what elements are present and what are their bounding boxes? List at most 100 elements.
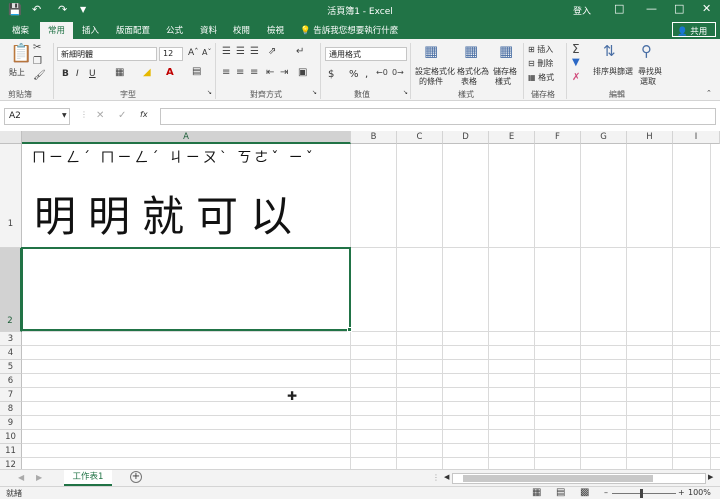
sort-filter-icon[interactable]: ⇅	[603, 42, 616, 60]
autosum-icon[interactable]: Σ	[572, 42, 580, 56]
paste-icon[interactable]: 📋	[10, 43, 32, 64]
worksheet-grid[interactable]: A B C D E F G H I 1 2 3 4 5 6 7 8 9 10 1…	[0, 131, 720, 469]
tab-review[interactable]: 校閱	[233, 24, 250, 36]
row-header[interactable]: 10	[0, 430, 22, 444]
find-select-label-2[interactable]: 選取	[640, 76, 656, 87]
align-left-icon[interactable]: ≡	[222, 67, 230, 78]
column-header[interactable]: E	[489, 131, 535, 144]
delete-cells-button[interactable]: ⊟ 刪除	[528, 58, 553, 69]
italic-button[interactable]: I	[76, 69, 79, 79]
merge-center-icon[interactable]: ▣	[298, 67, 307, 78]
cell-styles-icon[interactable]: ▦	[499, 42, 513, 60]
underline-button[interactable]: U	[89, 69, 96, 79]
horizontal-scroll-thumb[interactable]	[463, 475, 653, 482]
row-header[interactable]: 9	[0, 416, 22, 430]
clear-icon[interactable]: ✗	[572, 72, 580, 83]
ribbon-display-icon[interactable]: □	[614, 2, 624, 15]
format-as-table-icon[interactable]: ▦	[464, 42, 478, 60]
sheet-tab[interactable]: 工作表1	[64, 470, 112, 486]
row-header[interactable]: 1	[0, 144, 22, 248]
minimize-icon[interactable]: —	[646, 2, 657, 15]
zoom-slider[interactable]	[612, 493, 676, 494]
column-header[interactable]: I	[673, 131, 720, 144]
format-painter-icon[interactable]: 🖌	[33, 70, 46, 81]
select-all-corner[interactable]	[0, 131, 22, 144]
tab-home[interactable]: 常用	[40, 22, 74, 39]
number-format-select[interactable]: 通用格式	[325, 47, 407, 61]
row-header[interactable]: 4	[0, 346, 22, 360]
orientation-icon[interactable]: ⇗	[268, 46, 276, 57]
active-cell-a2[interactable]	[21, 247, 351, 331]
format-as-table-label-2[interactable]: 表格	[461, 76, 477, 87]
tab-insert[interactable]: 插入	[82, 24, 99, 36]
row-header[interactable]: 8	[0, 402, 22, 416]
column-header[interactable]: B	[351, 131, 397, 144]
paste-button[interactable]: 貼上	[9, 67, 25, 78]
font-size-select[interactable]: 12	[159, 47, 183, 61]
column-header[interactable]: D	[443, 131, 489, 144]
conditional-formatting-icon[interactable]: ▦	[424, 42, 438, 60]
zoom-out-button[interactable]: –	[604, 488, 608, 497]
row-header[interactable]: 6	[0, 374, 22, 388]
decrease-decimal-icon[interactable]: 0→	[392, 68, 404, 77]
maximize-icon[interactable]: □	[674, 2, 684, 15]
align-right-icon[interactable]: ≡	[250, 67, 258, 78]
row-header[interactable]: 12	[0, 458, 22, 469]
share-button[interactable]: 👤 共用	[672, 22, 716, 37]
bold-button[interactable]: B	[62, 69, 69, 79]
login-link[interactable]: 登入	[573, 4, 591, 17]
format-cells-button[interactable]: ▦ 格式	[528, 72, 554, 83]
increase-indent-icon[interactable]: ⇥	[280, 67, 288, 78]
name-box-dropdown-icon[interactable]: ▼	[62, 112, 67, 119]
sort-filter-label[interactable]: 排序與篩選	[593, 66, 633, 77]
zoom-in-button[interactable]: +	[678, 488, 685, 497]
insert-cells-button[interactable]: ⊞ 插入	[528, 44, 553, 55]
borders-icon[interactable]: ▦	[115, 67, 124, 78]
row-header[interactable]: 11	[0, 444, 22, 458]
cell-styles-label-2[interactable]: 樣式	[495, 76, 511, 87]
page-break-view-icon[interactable]: ▩	[580, 487, 589, 498]
cut-icon[interactable]: ✂	[33, 42, 41, 53]
comma-format-icon[interactable]: ,	[365, 69, 368, 80]
confirm-entry-icon[interactable]: ✓	[118, 110, 126, 121]
fill-icon[interactable]: ▼	[572, 57, 580, 68]
font-dialog-launcher-icon[interactable]: ↘	[207, 89, 212, 96]
align-top-icon[interactable]: ☰	[222, 46, 231, 57]
normal-view-icon[interactable]: ▦	[532, 487, 541, 498]
name-box[interactable]: A2	[4, 108, 70, 125]
horizontal-scrollbar[interactable]	[452, 473, 706, 484]
fill-color-icon[interactable]: ◢	[143, 67, 151, 78]
formula-input[interactable]	[160, 108, 716, 125]
tab-view[interactable]: 檢視	[267, 24, 284, 36]
column-header[interactable]: G	[581, 131, 627, 144]
phonetic-guide-icon[interactable]: ▤	[192, 66, 201, 77]
alignment-dialog-launcher-icon[interactable]: ↘	[312, 89, 317, 96]
conditional-formatting-label-2[interactable]: 的條件	[419, 76, 443, 87]
scroll-right-icon[interactable]: ▶	[708, 473, 713, 481]
tab-page-layout[interactable]: 版面配置	[116, 24, 150, 36]
font-color-icon[interactable]: A	[166, 67, 174, 78]
decrease-indent-icon[interactable]: ⇤	[266, 67, 274, 78]
close-icon[interactable]: ✕	[702, 2, 711, 15]
tab-file[interactable]: 檔案	[12, 24, 29, 36]
column-header[interactable]: C	[397, 131, 443, 144]
split-handle-icon[interactable]: ⋮	[432, 473, 440, 482]
scroll-sheets-right-icon[interactable]: ▶	[36, 473, 42, 482]
zoom-level[interactable]: 100%	[688, 488, 711, 497]
column-header[interactable]: A	[22, 131, 351, 144]
insert-function-button[interactable]: fx	[140, 110, 148, 119]
scroll-left-icon[interactable]: ◀	[444, 473, 449, 481]
align-center-icon[interactable]: ≡	[236, 67, 244, 78]
tell-me-box[interactable]: 💡 告訴我您想要執行什麼	[300, 24, 398, 36]
wrap-text-icon[interactable]: ↵	[296, 46, 304, 57]
row-header[interactable]: 3	[0, 332, 22, 346]
number-dialog-launcher-icon[interactable]: ↘	[403, 89, 408, 96]
find-select-icon[interactable]: ⚲	[641, 42, 652, 60]
increase-decimal-icon[interactable]: ←0	[376, 68, 388, 77]
page-layout-view-icon[interactable]: ▤	[556, 487, 565, 498]
align-middle-icon[interactable]: ☰	[236, 46, 245, 57]
fill-handle[interactable]	[347, 327, 352, 332]
tab-formulas[interactable]: 公式	[166, 24, 183, 36]
tab-data[interactable]: 資料	[200, 24, 217, 36]
column-header[interactable]: F	[535, 131, 581, 144]
